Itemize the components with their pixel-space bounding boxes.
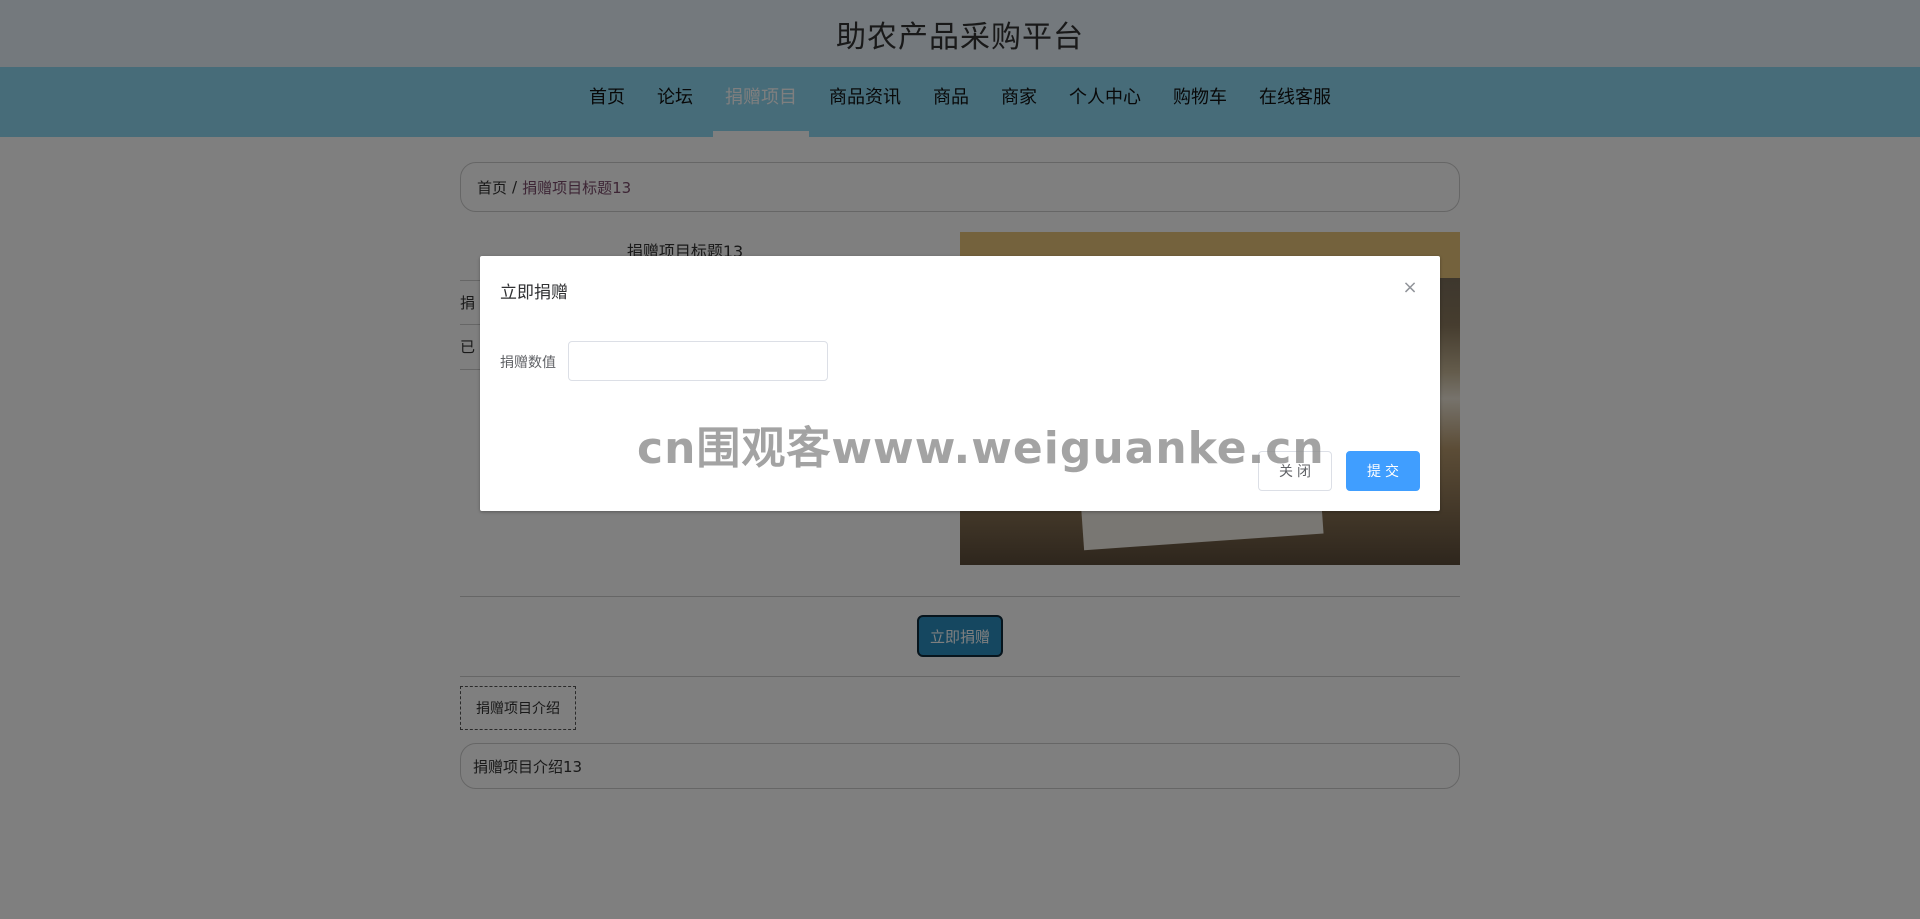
close-button[interactable]: 关闭 [1258, 451, 1332, 491]
close-icon[interactable]: × [1398, 276, 1422, 300]
submit-button[interactable]: 提交 [1346, 451, 1420, 491]
donation-amount-label: 捐赠数值 [500, 355, 556, 371]
donation-amount-input[interactable] [568, 341, 828, 381]
donate-dialog: 立即捐赠 × 捐赠数值 关闭 提交 [480, 256, 1440, 511]
dialog-title: 立即捐赠 [500, 283, 568, 303]
